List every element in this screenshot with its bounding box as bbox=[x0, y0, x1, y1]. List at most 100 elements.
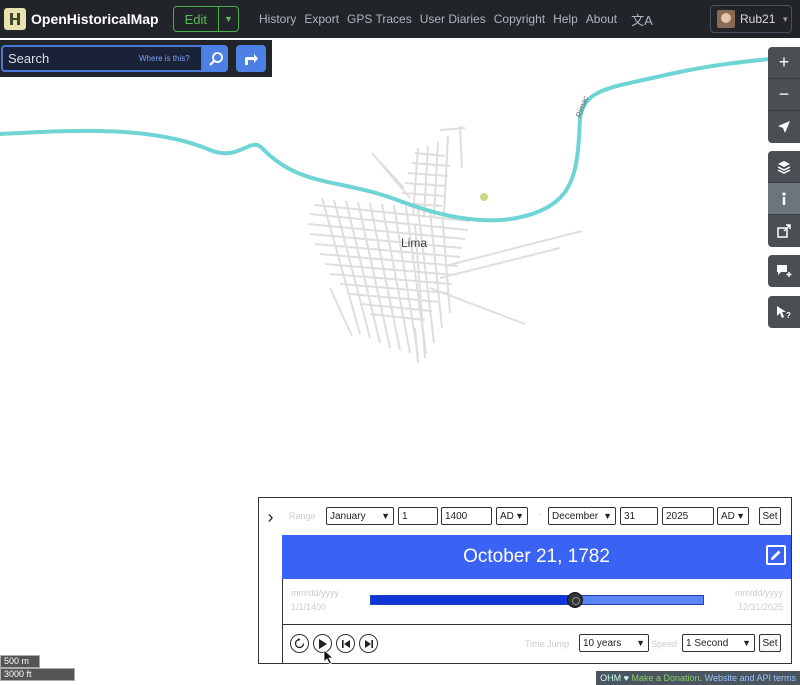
svg-text:?: ? bbox=[786, 311, 791, 319]
layers-button[interactable] bbox=[768, 151, 800, 183]
query-features-button[interactable]: ? bbox=[768, 296, 800, 328]
terms-link[interactable]: Website and API terms bbox=[705, 673, 796, 683]
search-field-wrapper: Where is this? bbox=[1, 45, 203, 72]
nav-link-help[interactable]: Help bbox=[553, 12, 578, 26]
edit-date-button[interactable] bbox=[766, 545, 786, 565]
layers-icon bbox=[777, 160, 791, 174]
map-panel-controls bbox=[768, 151, 800, 247]
search-input[interactable] bbox=[3, 51, 133, 66]
step-back-button[interactable] bbox=[336, 634, 355, 653]
nav-links: History Export GPS Traces User Diaries C… bbox=[259, 12, 625, 26]
step-forward-button[interactable] bbox=[359, 634, 378, 653]
time-slider-fill bbox=[371, 596, 575, 604]
nav-link-copyright[interactable]: Copyright bbox=[494, 12, 545, 26]
site-title: OpenHistoricalMap bbox=[31, 11, 159, 27]
reset-icon bbox=[294, 638, 305, 649]
speed-select[interactable]: 1 Second ▼ bbox=[682, 634, 755, 652]
scale-imperial: 3000 ft bbox=[0, 668, 75, 681]
donate-link[interactable]: Make a Donation bbox=[632, 673, 700, 683]
skip-forward-icon bbox=[364, 639, 373, 648]
nav-link-about[interactable]: About bbox=[586, 12, 617, 26]
nav-link-gps-traces[interactable]: GPS Traces bbox=[347, 12, 412, 26]
time-slider-panel: › Range January ▼ 1 1400 AD ▼ - December ▼ … bbox=[258, 497, 792, 664]
end-month-select[interactable]: December ▼ bbox=[548, 507, 616, 525]
place-label-lima: Lima bbox=[401, 236, 428, 250]
attribution: OHM ♥ Make a Donation. Website and API t… bbox=[596, 671, 800, 685]
end-era-select[interactable]: AD ▼ bbox=[717, 507, 749, 525]
share-icon bbox=[777, 224, 791, 238]
dropdown-arrow-icon: ▼ bbox=[742, 638, 751, 648]
scale-metric: 500 m bbox=[0, 655, 40, 668]
start-month-value: January bbox=[330, 510, 366, 522]
end-day-value: 31 bbox=[624, 510, 636, 522]
min-date: 1/1/1400 bbox=[291, 602, 327, 612]
translate-icon[interactable]: 文A bbox=[631, 10, 653, 29]
end-year-input[interactable]: 2025 bbox=[662, 507, 714, 525]
current-date-bar: October 21, 1782 bbox=[282, 535, 791, 579]
zoom-controls: + − bbox=[768, 47, 800, 143]
zoom-in-button[interactable]: + bbox=[768, 47, 800, 79]
ohm-logo-icon bbox=[4, 8, 26, 30]
geolocate-button[interactable] bbox=[768, 111, 800, 143]
time-slider-handle[interactable] bbox=[566, 592, 583, 608]
time-jump-select[interactable]: 10 years ▼ bbox=[579, 634, 649, 652]
dropdown-arrow-icon: ▼ bbox=[381, 511, 390, 521]
collapse-chevron-icon[interactable]: › bbox=[259, 498, 282, 536]
speed-value: 1 Second bbox=[686, 637, 729, 649]
magnifier-icon bbox=[208, 51, 223, 66]
cursor-question-icon: ? bbox=[777, 306, 791, 319]
dropdown-arrow-icon: ▼ bbox=[736, 511, 745, 521]
start-day-input[interactable]: 1 bbox=[398, 507, 438, 525]
start-year-input[interactable]: 1400 bbox=[441, 507, 492, 525]
rimac-river bbox=[0, 54, 800, 223]
start-era-value: AD bbox=[500, 510, 514, 522]
set-range-button[interactable]: Set bbox=[759, 507, 781, 525]
dropdown-arrow-icon: ▼ bbox=[603, 511, 612, 521]
directions-icon bbox=[245, 53, 258, 65]
set-playback-button[interactable]: Set bbox=[759, 634, 781, 652]
search-bar: Where is this? bbox=[0, 40, 272, 77]
share-button[interactable] bbox=[768, 215, 800, 247]
location-arrow-icon bbox=[778, 121, 790, 133]
search-button[interactable] bbox=[203, 45, 228, 72]
end-year-value: 2025 bbox=[666, 510, 689, 522]
info-icon bbox=[782, 191, 786, 205]
reset-button[interactable] bbox=[290, 634, 309, 653]
edit-dropdown-caret-icon[interactable]: ▼ bbox=[218, 7, 238, 31]
attribution-separator: . bbox=[699, 673, 703, 683]
avatar bbox=[717, 10, 735, 28]
slider-row: mm/dd/yyyy 1/1/1400 mm/dd/yyyy 12/31/202… bbox=[282, 579, 791, 625]
edit-button[interactable]: Edit bbox=[174, 7, 218, 31]
ohm-credit: OHM ♥ bbox=[600, 673, 630, 683]
edit-button-group: Edit ▼ bbox=[172, 6, 239, 32]
start-month-select[interactable]: January ▼ bbox=[326, 507, 394, 525]
max-date-format: mm/dd/yyyy bbox=[734, 588, 783, 598]
min-date-format: mm/dd/yyyy bbox=[291, 588, 340, 598]
current-date: October 21, 1782 bbox=[463, 546, 610, 567]
dropdown-arrow-icon: ▼ bbox=[515, 511, 524, 521]
user-menu[interactable]: Rub21 ▼ bbox=[710, 5, 792, 33]
end-month-value: December bbox=[552, 510, 599, 522]
add-note-button[interactable] bbox=[768, 255, 800, 287]
chevron-down-icon: ▼ bbox=[781, 14, 790, 24]
zoom-out-button[interactable]: − bbox=[768, 79, 800, 111]
end-day-input[interactable]: 31 bbox=[620, 507, 658, 525]
start-era-select[interactable]: AD ▼ bbox=[496, 507, 528, 525]
time-slider-track[interactable] bbox=[370, 592, 704, 608]
nav-link-user-diaries[interactable]: User Diaries bbox=[420, 12, 486, 26]
skip-back-icon bbox=[341, 639, 350, 648]
playback-row: Time Jump 10 years ▼ Speed 1 Second ▼ Set bbox=[282, 625, 791, 663]
speed-label: Speed bbox=[651, 639, 678, 649]
time-jump-label: Time Jump bbox=[525, 639, 570, 649]
mouse-cursor-icon bbox=[323, 649, 335, 665]
top-navbar: OpenHistoricalMap Edit ▼ History Export … bbox=[0, 0, 800, 38]
site-logo[interactable]: OpenHistoricalMap bbox=[4, 8, 159, 30]
nav-link-history[interactable]: History bbox=[259, 12, 296, 26]
end-era-value: AD bbox=[721, 510, 735, 522]
where-is-this-link[interactable]: Where is this? bbox=[139, 54, 190, 63]
directions-button[interactable] bbox=[236, 45, 266, 72]
map-key-button[interactable] bbox=[768, 183, 800, 215]
range-dash: - bbox=[538, 509, 542, 520]
nav-link-export[interactable]: Export bbox=[304, 12, 339, 26]
start-year-value: 1400 bbox=[445, 510, 468, 522]
